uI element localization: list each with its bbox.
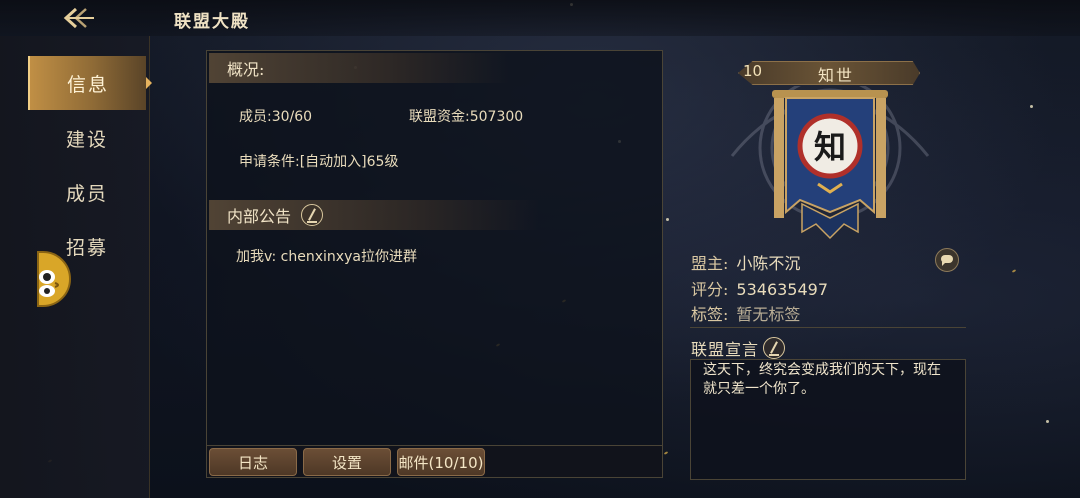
leader-row: 盟主: 小陈不沉 (691, 250, 800, 274)
score-row: 评分: 534635497 (691, 276, 828, 300)
sparkle (1030, 105, 1033, 108)
alliance-info-panel: 概况: 成员:30/60 联盟资金:507300 申请条件:[自动加入]65级 … (206, 50, 663, 478)
tag-value: 暂无标签 (736, 305, 801, 324)
alliance-banner-emblem: 知 (730, 86, 930, 240)
tab-info-label: 信息 (66, 73, 109, 96)
tag-row: 标签: 暂无标签 (691, 301, 800, 325)
tag-label: 标签: (691, 305, 729, 324)
back-button[interactable] (62, 7, 96, 29)
sparkle (663, 451, 669, 455)
sidebar: 信息 建设 成员 招募 (0, 36, 152, 498)
sparkle (1046, 420, 1049, 423)
join-requirement: 申请条件:[自动加入]65级 (239, 154, 399, 170)
score-value: 534635497 (736, 280, 829, 299)
declaration-title: 联盟宣言 (691, 340, 760, 359)
declaration-header: 联盟宣言 (691, 336, 786, 360)
declaration-text: 这天下，终究会变成我们的天下，现在就只差一个你了。 (690, 359, 966, 480)
log-button[interactable]: 日志 (209, 448, 297, 476)
notice-title: 内部公告 (227, 207, 292, 226)
tab-build-label: 建设 (65, 128, 108, 151)
alliance-level: 10 (743, 62, 763, 80)
notice-header: 内部公告 (209, 200, 539, 230)
overview-title: 概况: (227, 60, 265, 79)
leader-name: 小陈不沉 (736, 254, 801, 273)
divider (690, 327, 966, 328)
tab-info[interactable]: 信息 (28, 56, 152, 110)
page-title: 联盟大殿 (174, 12, 250, 32)
sparkle (1011, 269, 1017, 273)
alliance-name: 知世 (818, 66, 855, 85)
alliance-funds: 联盟资金:507300 (409, 109, 524, 125)
overview-header: 概况: (209, 53, 509, 83)
leader-label: 盟主: (691, 254, 729, 273)
score-label: 评分: (691, 280, 729, 299)
settings-button[interactable]: 设置 (303, 448, 391, 476)
emblem-character: 知 (814, 128, 846, 166)
notice-content: 加我v: chenxinxya拉你进群 (236, 249, 417, 265)
panel-button-bar: 日志 设置 邮件(10/10) (207, 445, 662, 477)
tab-recruit-label: 招募 (65, 236, 108, 259)
edit-declaration-icon[interactable] (763, 337, 786, 359)
tab-build[interactable]: 建设 (28, 111, 146, 165)
edit-notice-icon[interactable] (301, 204, 324, 226)
tab-members[interactable]: 成员 (28, 165, 146, 219)
member-count: 成员:30/60 (239, 109, 313, 125)
sparkle (666, 218, 669, 221)
chat-bubble-icon[interactable] (935, 248, 959, 272)
mail-button[interactable]: 邮件(10/10) (397, 448, 485, 476)
back-arrow-icon (63, 7, 94, 29)
top-bar: 联盟大殿 (0, 0, 1080, 36)
tab-members-label: 成员 (65, 182, 108, 205)
